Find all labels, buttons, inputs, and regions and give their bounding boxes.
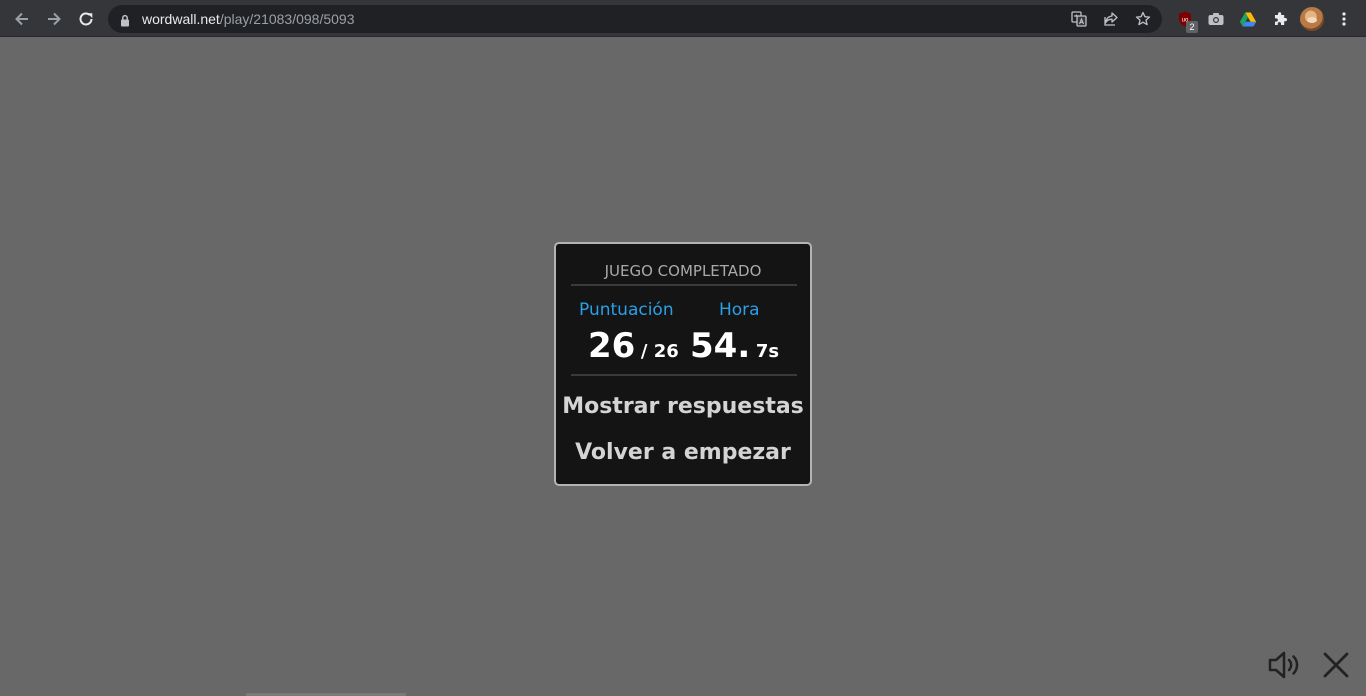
score-label: Puntuación: [579, 300, 674, 320]
translate-icon[interactable]: [1069, 9, 1089, 29]
score-number: 26: [588, 326, 636, 366]
share-icon[interactable]: [1101, 9, 1121, 29]
time-value: 54. 7s: [690, 326, 779, 366]
show-answers-button[interactable]: Mostrar respuestas: [556, 394, 810, 419]
reload-icon: [79, 12, 93, 26]
drive-icon[interactable]: [1235, 6, 1261, 32]
restart-button[interactable]: Volver a empezar: [556, 440, 810, 465]
score-total: / 26: [640, 341, 679, 362]
url-host: wordwall.net: [142, 11, 220, 27]
camera-icon[interactable]: [1203, 6, 1229, 32]
kebab-menu-icon[interactable]: [1331, 6, 1357, 32]
speaker-icon: [1268, 651, 1299, 679]
back-button[interactable]: [8, 5, 36, 33]
dialog-title: JUEGO COMPLETADO: [604, 262, 762, 280]
close-game-button[interactable]: [1318, 648, 1354, 682]
time-label: Hora: [719, 300, 760, 320]
time-fraction: 7s: [755, 341, 780, 362]
address-bar[interactable]: wordwall.net/play/21083/098/5093: [108, 5, 1162, 33]
reload-button[interactable]: [72, 5, 100, 33]
url-path: /play/21083/098/5093: [219, 11, 355, 27]
url-text[interactable]: wordwall.net/play/21083/098/5093: [142, 11, 355, 27]
sound-toggle-button[interactable]: [1267, 648, 1303, 682]
divider-top: [571, 284, 797, 286]
ublock-badge: 2: [1186, 21, 1198, 33]
star-icon[interactable]: [1133, 9, 1153, 29]
profile-avatar[interactable]: [1300, 7, 1324, 31]
game-completed-dialog: JUEGO COMPLETADO Puntuación Hora 26 / 26…: [554, 242, 812, 486]
divider-bottom: [571, 374, 797, 376]
lock-icon[interactable]: [120, 12, 130, 31]
close-icon: [1323, 652, 1349, 678]
forward-button[interactable]: [40, 5, 68, 33]
browser-toolbar: wordwall.net/play/21083/098/5093 uo 2: [0, 0, 1366, 37]
score-value: 26 / 26: [588, 326, 679, 366]
puzzle-icon[interactable]: [1267, 6, 1293, 32]
time-seconds: 54.: [690, 326, 751, 366]
back-arrow-icon: [15, 12, 28, 26]
forward-arrow-icon: [48, 12, 61, 26]
